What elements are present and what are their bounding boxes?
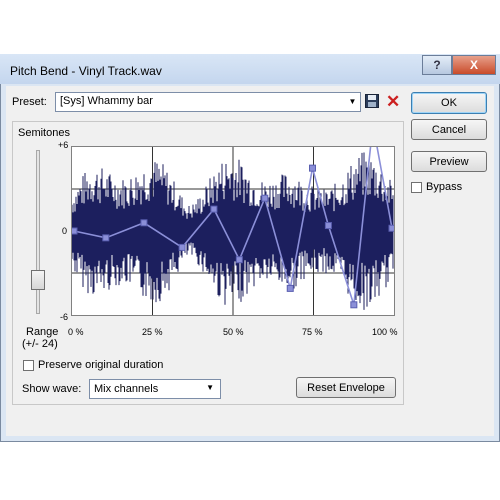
preset-combobox[interactable]: [Sys] Whammy bar	[55, 92, 361, 112]
envelope-point	[178, 243, 186, 251]
ok-button[interactable]: OK	[411, 92, 487, 114]
x-tick-25: 25 %	[142, 327, 163, 337]
envelope-point	[286, 284, 294, 292]
envelope-point	[70, 227, 78, 235]
y-tick-bottom: -6	[60, 312, 69, 322]
y-tick-top: +6	[58, 140, 69, 150]
envelope-graph[interactable]	[70, 120, 396, 316]
delete-preset-icon[interactable]: ✕	[386, 92, 400, 112]
x-tick-50: 50 %	[223, 327, 244, 337]
range-slider-thumb[interactable]	[31, 270, 45, 290]
preview-button[interactable]: Preview	[411, 151, 487, 172]
preserve-duration-label: Preserve original duration	[38, 359, 164, 371]
x-tick-75: 75 %	[302, 327, 323, 337]
envelope-point	[309, 164, 316, 172]
close-button[interactable]: X	[452, 55, 496, 75]
window-title: Pitch Bend - Vinyl Track.wav	[10, 64, 162, 78]
envelope-point	[210, 205, 218, 213]
envelope-point	[261, 194, 269, 202]
reset-envelope-button[interactable]: Reset Envelope	[296, 377, 396, 398]
help-button[interactable]: ?	[422, 55, 452, 75]
y-tick-middle: 0	[62, 226, 68, 236]
save-icon[interactable]	[365, 94, 379, 108]
envelope-point	[350, 301, 358, 309]
preserve-duration-checkbox[interactable]	[23, 360, 34, 371]
envelope-point	[140, 219, 148, 227]
semitones-label: Semitones	[18, 127, 70, 139]
envelope-point	[102, 234, 110, 242]
preset-label: Preset:	[12, 96, 47, 108]
show-wave-value: Mix channels	[94, 383, 159, 395]
cancel-button[interactable]: Cancel	[411, 119, 487, 140]
x-tick-100: 100 %	[372, 327, 398, 337]
show-wave-label: Show wave:	[22, 383, 82, 395]
chevron-down-icon[interactable]: ▼	[345, 93, 360, 111]
envelope-point	[324, 222, 332, 230]
waveform-envelope-svg[interactable]	[70, 120, 396, 315]
bypass-checkbox[interactable]	[411, 182, 422, 193]
range-value-label: (+/- 24)	[22, 338, 58, 350]
envelope-point	[388, 224, 396, 232]
envelope-point	[235, 256, 243, 264]
waveform	[71, 152, 394, 310]
x-tick-0: 0 %	[68, 327, 84, 337]
show-wave-select[interactable]: Mix channels ▼	[89, 379, 221, 399]
range-label: Range	[26, 326, 59, 338]
bypass-label: Bypass	[426, 181, 463, 193]
chevron-down-icon: ▼	[206, 383, 214, 392]
